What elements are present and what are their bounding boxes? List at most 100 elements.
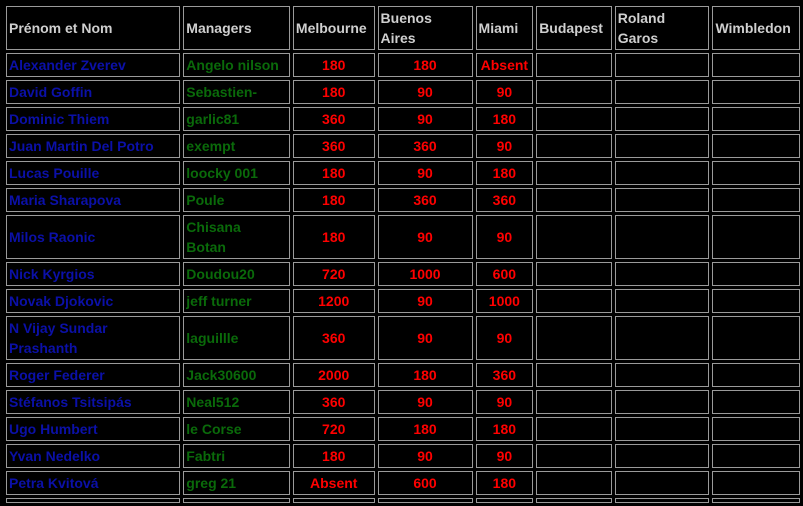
table-row: Novak Djokovic jeff turner 1200 90 1000 (6, 289, 800, 313)
roland-garros-points (614, 262, 710, 286)
buenos-aires-points: 90 (377, 107, 473, 131)
table-row: Juan Martin Del Potro exempt 360 360 90 (6, 134, 800, 158)
player-name[interactable]: Petra Kvitová (6, 471, 181, 495)
table-row: Petra Kvitová greg 21 Absent 600 180 (6, 471, 800, 495)
wimbledon-points (712, 215, 800, 259)
wimbledon-points (712, 262, 800, 286)
col-header-roland-line2: Garos (617, 30, 659, 46)
manager-name: Sebastien- (183, 80, 290, 104)
table-row: Maria Sharapova Poule 180 360 360 (6, 188, 800, 212)
player-name[interactable]: Juan Martin Del Potro (6, 134, 181, 158)
wimbledon-points (712, 134, 800, 158)
miami-points: 360 (475, 363, 534, 387)
col-header-roland-line1: Roland (617, 10, 666, 26)
partial-cell (614, 498, 710, 503)
manager-name-line1: Chisana (186, 219, 241, 235)
table-row: Dominic Thiem garlic81 360 90 180 (6, 107, 800, 131)
wimbledon-points (712, 289, 800, 313)
melbourne-points: 2000 (292, 363, 375, 387)
player-name[interactable]: Novak Djokovic (6, 289, 181, 313)
wimbledon-points (712, 417, 800, 441)
player-name[interactable]: Stéfanos Tsitsipás (6, 390, 181, 414)
manager-name: garlic81 (183, 107, 290, 131)
player-name[interactable]: Nick Kyrgios (6, 262, 181, 286)
manager-name: greg 21 (183, 471, 290, 495)
col-header-wimbledon: Wimbledon (712, 6, 800, 50)
table-row-partial (6, 498, 800, 503)
buenos-aires-points: 180 (377, 53, 473, 77)
buenos-aires-points: 180 (377, 363, 473, 387)
buenos-aires-points: 90 (377, 316, 473, 360)
roland-garros-points (614, 471, 710, 495)
roland-garros-points (614, 417, 710, 441)
wimbledon-points (712, 53, 800, 77)
miami-points: 180 (475, 471, 534, 495)
budapest-points (536, 134, 612, 158)
table-row: Nick Kyrgios Doudou20 720 1000 600 (6, 262, 800, 286)
partial-cell (475, 498, 534, 503)
buenos-aires-points: 90 (377, 390, 473, 414)
miami-points: 1000 (475, 289, 534, 313)
budapest-points (536, 289, 612, 313)
roland-garros-points (614, 215, 710, 259)
budapest-points (536, 53, 612, 77)
miami-points: 600 (475, 262, 534, 286)
player-name[interactable]: N Vijay Sundar Prashanth (6, 316, 181, 360)
buenos-aires-points: 360 (377, 134, 473, 158)
table-row: Alexander Zverev Angelo nilson 180 180 A… (6, 53, 800, 77)
melbourne-points: 720 (292, 417, 375, 441)
col-header-roland-garos: Roland Garos (614, 6, 710, 50)
roland-garros-points (614, 107, 710, 131)
player-name[interactable]: Dominic Thiem (6, 107, 181, 131)
wimbledon-points (712, 444, 800, 468)
table-row: Stéfanos Tsitsipás Neal512 360 90 90 (6, 390, 800, 414)
manager-name: exempt (183, 134, 290, 158)
budapest-points (536, 316, 612, 360)
buenos-aires-points: 600 (377, 471, 473, 495)
col-header-buenos-line2: Aires (380, 30, 416, 46)
melbourne-points: 180 (292, 80, 375, 104)
buenos-aires-points: 180 (377, 417, 473, 441)
player-name[interactable]: David Goffin (6, 80, 181, 104)
col-header-name: Prénom et Nom (6, 6, 181, 50)
col-header-budapest: Budapest (536, 6, 612, 50)
player-name[interactable]: Milos Raonic (6, 215, 181, 259)
miami-points: 90 (475, 390, 534, 414)
player-name[interactable]: Roger Federer (6, 363, 181, 387)
player-name[interactable]: Alexander Zverev (6, 53, 181, 77)
budapest-points (536, 262, 612, 286)
miami-points: 90 (475, 80, 534, 104)
player-name[interactable]: Lucas Pouille (6, 161, 181, 185)
budapest-points (536, 80, 612, 104)
miami-points: 90 (475, 134, 534, 158)
col-header-buenos-aires: Buenos Aires (377, 6, 473, 50)
col-header-miami: Miami (475, 6, 534, 50)
miami-points: 360 (475, 188, 534, 212)
wimbledon-points (712, 107, 800, 131)
budapest-points (536, 417, 612, 441)
wimbledon-points (712, 390, 800, 414)
table-row: N Vijay Sundar Prashanth laguillle 360 9… (6, 316, 800, 360)
melbourne-points: 360 (292, 107, 375, 131)
miami-points: 90 (475, 316, 534, 360)
player-name[interactable]: Yvan Nedelko (6, 444, 181, 468)
manager-name: Doudou20 (183, 262, 290, 286)
melbourne-points: 1200 (292, 289, 375, 313)
roland-garros-points (614, 289, 710, 313)
roland-garros-points (614, 188, 710, 212)
wimbledon-points (712, 316, 800, 360)
budapest-points (536, 471, 612, 495)
player-name[interactable]: Ugo Humbert (6, 417, 181, 441)
manager-name: Angelo nilson (183, 53, 290, 77)
buenos-aires-points: 360 (377, 188, 473, 212)
player-name[interactable]: Maria Sharapova (6, 188, 181, 212)
budapest-points (536, 390, 612, 414)
budapest-points (536, 444, 612, 468)
melbourne-points: 720 (292, 262, 375, 286)
roland-garros-points (614, 316, 710, 360)
buenos-aires-points: 90 (377, 80, 473, 104)
roland-garros-points (614, 363, 710, 387)
manager-name: Fabtri (183, 444, 290, 468)
wimbledon-points (712, 80, 800, 104)
budapest-points (536, 215, 612, 259)
